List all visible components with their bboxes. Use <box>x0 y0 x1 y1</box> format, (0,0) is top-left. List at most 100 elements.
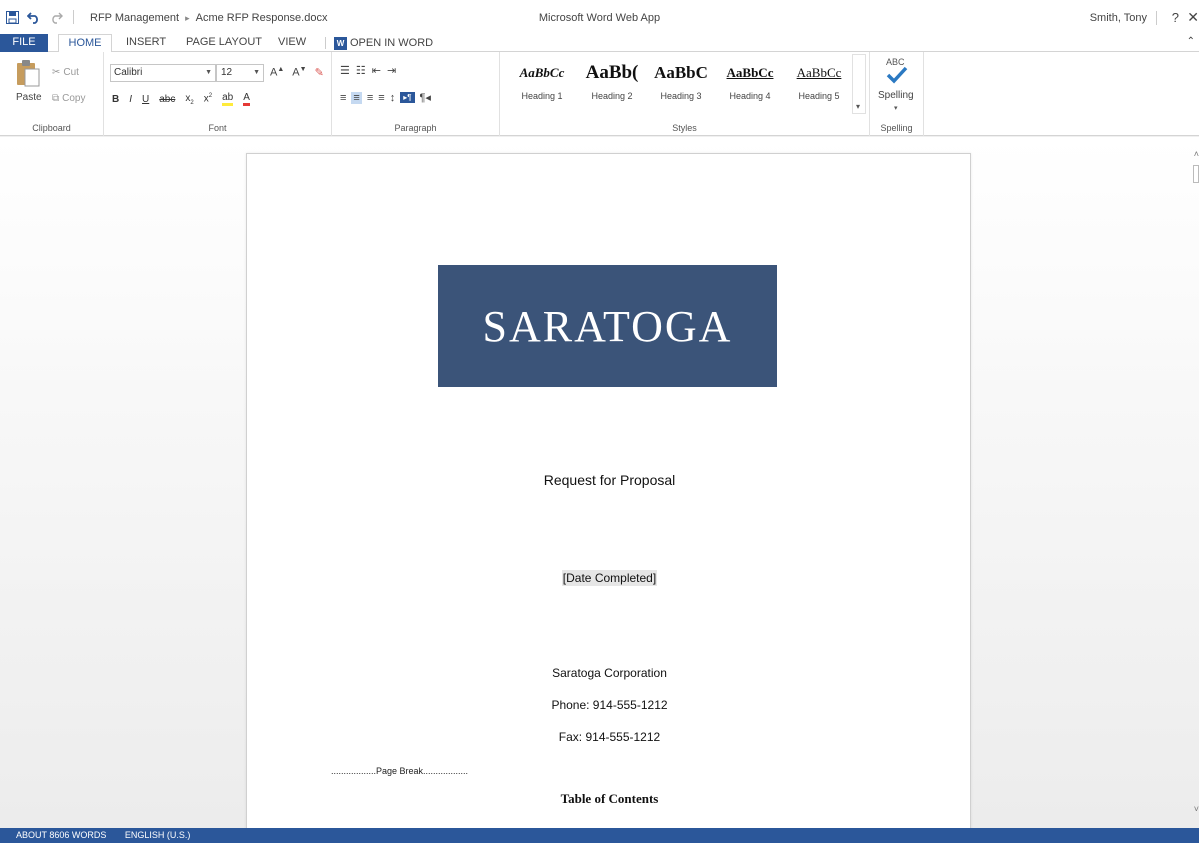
tab-insert[interactable]: INSERT <box>116 34 176 52</box>
line-spacing-icon[interactable]: ↕ <box>390 92 396 104</box>
styles-more-button[interactable]: ▾ <box>852 54 866 114</box>
decrease-indent-icon[interactable]: ⇤ <box>372 64 381 77</box>
highlight-icon[interactable]: ab <box>222 92 234 106</box>
vertical-scrollbar[interactable]: ˄ ˅ <box>1192 137 1199 828</box>
chevron-down-icon: ▼ <box>205 69 212 76</box>
open-in-word-button[interactable]: W OPEN IN WORD <box>334 34 433 52</box>
justify-icon[interactable]: ≡ <box>378 92 384 104</box>
superscript-icon[interactable]: x2 <box>204 93 212 104</box>
language-indicator[interactable]: ENGLISH (U.S.) <box>125 830 191 840</box>
scroll-down-icon[interactable]: ˅ <box>1194 804 1199 814</box>
style-heading-2[interactable]: AaBb( Heading 2 <box>578 60 646 101</box>
style-heading-1[interactable]: AaBbCc Heading 1 <box>508 60 576 101</box>
strikethrough-icon[interactable]: abc <box>159 94 175 105</box>
font-color-icon[interactable]: A <box>243 92 250 106</box>
scroll-thumb[interactable] <box>1193 165 1199 183</box>
copy-button[interactable]: ⧉ Copy <box>52 93 86 104</box>
word-icon: W <box>334 36 347 50</box>
styles-group: AaBbCc Heading 1 AaBb( Heading 2 AaBbC H… <box>500 52 870 136</box>
left-to-right-icon[interactable]: ▸¶ <box>400 92 415 103</box>
tab-divider <box>325 37 326 49</box>
subscript-icon[interactable]: x2 <box>185 93 193 106</box>
user-name[interactable]: Smith, Tony <box>1090 12 1147 24</box>
italic-icon[interactable]: I <box>129 94 132 105</box>
align-center-icon[interactable]: ≡ <box>351 91 362 104</box>
quick-access-toolbar <box>6 10 76 24</box>
style-heading-5[interactable]: AaBbCc Heading 5 <box>785 60 853 101</box>
cut-label: Cut <box>63 67 79 78</box>
styles-group-label: Styles <box>672 123 697 133</box>
logo-text: SARATOGA <box>482 301 733 351</box>
document-title: Request for Proposal <box>543 472 676 488</box>
font-name-select[interactable]: Calibri ▼ <box>110 64 216 82</box>
undo-icon[interactable] <box>27 11 41 24</box>
style-name: Heading 2 <box>591 91 633 101</box>
date-placeholder: [Date Completed] <box>561 570 658 586</box>
ribbon: Paste ✂ Cut ⧉ Copy Clipboard Calibri ▼ 1… <box>0 52 1199 136</box>
collapse-ribbon-icon[interactable]: ⌃ <box>1187 36 1195 47</box>
style-name: Heading 1 <box>521 91 563 101</box>
title-bar: RFP Management ▸ Acme RFP Response.docx … <box>0 0 1199 34</box>
toolbar-divider <box>73 10 74 24</box>
tab-home[interactable]: HOME <box>58 34 112 53</box>
company-name: Saratoga Corporation <box>552 666 667 680</box>
align-left-icon[interactable]: ≡ <box>340 92 346 104</box>
scissors-icon: ✂ <box>52 67 61 78</box>
paragraph-row-1: ☰ ☷ ⇤ ⇥ <box>340 64 396 77</box>
right-to-left-icon[interactable]: ¶◂ <box>420 91 431 104</box>
align-right-icon[interactable]: ≡ <box>367 92 373 104</box>
style-preview: AaBbCc <box>726 65 774 80</box>
help-icon[interactable]: ? <box>1172 10 1179 25</box>
chevron-down-icon[interactable]: ▾ <box>894 104 898 112</box>
style-preview: AaBbC <box>654 63 708 82</box>
word-count[interactable]: ABOUT 8606 WORDS <box>16 830 106 840</box>
breadcrumb-file: Acme RFP Response.docx <box>195 12 328 24</box>
tab-file[interactable]: FILE <box>0 34 48 52</box>
save-icon[interactable] <box>6 10 19 24</box>
spelling-group: ABC Spelling ▾ Spelling <box>870 52 924 136</box>
style-name: Heading 4 <box>729 91 771 101</box>
shrink-font-icon[interactable]: A▼ <box>292 66 306 79</box>
date-field[interactable]: [Date Completed] <box>247 570 972 586</box>
font-size-value: 12 <box>221 67 233 78</box>
paragraph-group: ☰ ☷ ⇤ ⇥ ≡ ≡ ≡ ≡ ↕ ▸¶ ¶◂ Paragraph <box>332 52 500 136</box>
open-in-word-label: OPEN IN WORD <box>350 36 434 49</box>
redo-icon[interactable] <box>49 11 63 24</box>
font-name-value: Calibri <box>114 67 143 78</box>
paste-label[interactable]: Paste <box>16 92 42 103</box>
breadcrumb-folder[interactable]: RFP Management <box>90 12 179 24</box>
breadcrumb: RFP Management ▸ Acme RFP Response.docx <box>90 12 327 24</box>
cut-button[interactable]: ✂ Cut <box>52 67 79 78</box>
status-bar: ABOUT 8606 WORDS ENGLISH (U.S.) <box>0 828 1199 843</box>
chevron-down-icon: ▼ <box>253 69 260 76</box>
style-heading-4[interactable]: AaBbCc Heading 4 <box>716 60 784 101</box>
close-icon[interactable]: ✕ <box>1187 9 1199 26</box>
copy-icon: ⧉ <box>52 93 60 104</box>
spelling-group-label: Spelling <box>880 123 913 133</box>
breadcrumb-arrow-icon: ▸ <box>185 12 190 23</box>
bullets-icon[interactable]: ☰ <box>340 64 350 77</box>
clipboard-group: Paste ✂ Cut ⧉ Copy Clipboard <box>0 52 104 136</box>
style-preview: AaBb( <box>585 62 639 83</box>
titlebar-divider <box>1156 11 1157 25</box>
font-size-select[interactable]: 12 ▼ <box>216 64 264 82</box>
paste-icon[interactable] <box>16 58 40 91</box>
clipboard-group-label: Clipboard <box>32 123 71 133</box>
tab-view[interactable]: VIEW <box>268 34 316 52</box>
bold-icon[interactable]: B <box>112 94 119 105</box>
checkmark-icon[interactable] <box>886 66 908 87</box>
toc-heading: Table of Contents <box>560 791 659 806</box>
increase-indent-icon[interactable]: ⇥ <box>387 64 396 77</box>
font-group: Calibri ▼ 12 ▼ A▲ A▼ ✎ B I U abc x2 x2 a… <box>104 52 332 136</box>
clear-formatting-icon[interactable]: ✎ <box>315 66 324 79</box>
tab-page-layout[interactable]: PAGE LAYOUT <box>176 34 272 52</box>
grow-font-icon[interactable]: A▲ <box>270 66 284 79</box>
page-break-marker: ..................Page Break............… <box>331 766 469 776</box>
numbering-icon[interactable]: ☷ <box>356 64 366 77</box>
document-page[interactable]: SARATOGA Request for Proposal [Date Comp… <box>246 153 971 828</box>
spelling-button[interactable]: Spelling <box>878 90 914 101</box>
font-size-buttons: A▲ A▼ ✎ <box>270 66 324 79</box>
scroll-up-icon[interactable]: ˄ <box>1194 149 1199 159</box>
underline-icon[interactable]: U <box>142 94 149 105</box>
style-heading-3[interactable]: AaBbC Heading 3 <box>647 60 715 101</box>
